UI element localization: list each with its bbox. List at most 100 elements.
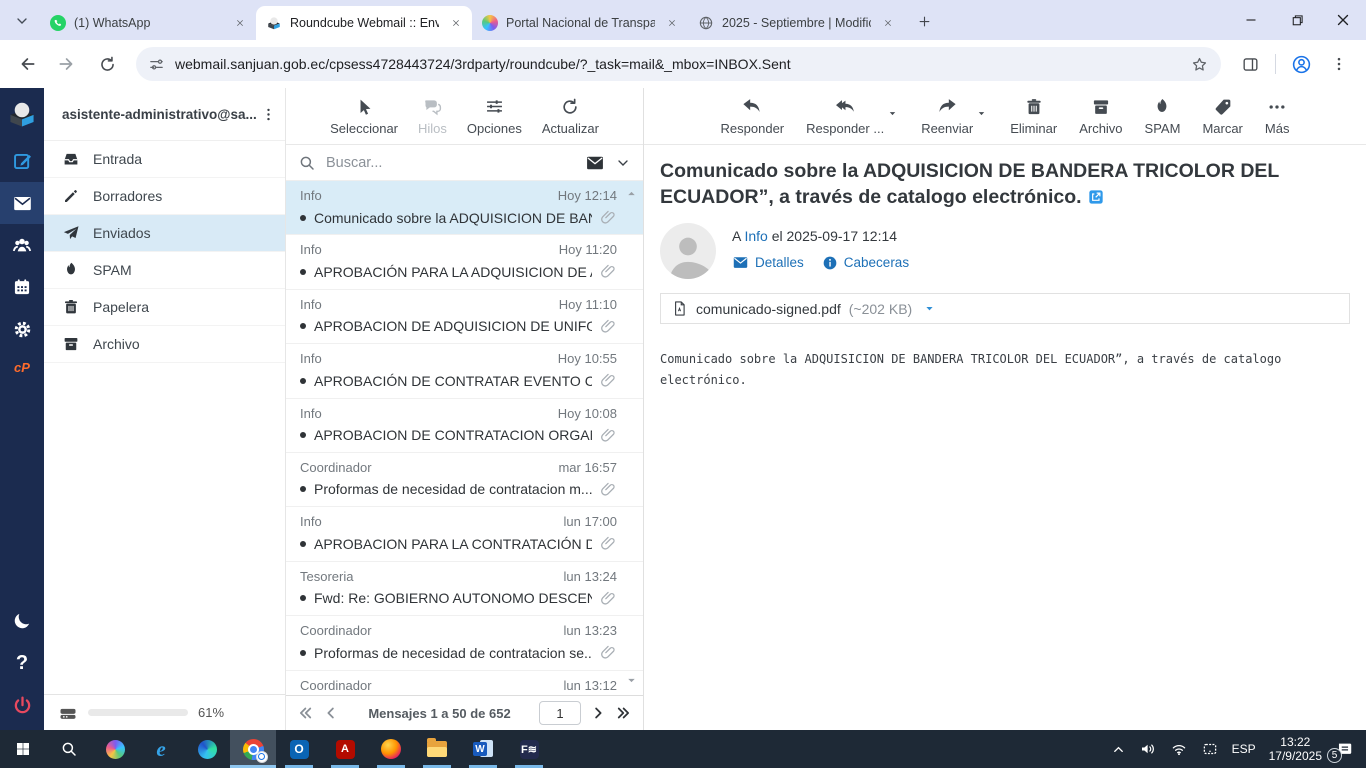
recipient-link[interactable]: Info: [744, 228, 767, 244]
browser-menu-icon[interactable]: [1322, 47, 1356, 81]
message-row[interactable]: Coordinador lun 13:12: [286, 671, 643, 695]
reload-button[interactable]: [90, 47, 124, 81]
search-input[interactable]: [326, 154, 575, 171]
new-tab-button[interactable]: [910, 7, 938, 35]
folder-enviados[interactable]: Enviados: [44, 215, 285, 252]
word-icon[interactable]: W: [460, 730, 506, 768]
delete-button[interactable]: Eliminar: [1010, 95, 1057, 144]
dark-mode-toggle[interactable]: [0, 600, 44, 642]
folder-papelera[interactable]: Papelera: [44, 289, 285, 326]
profile-icon[interactable]: [1284, 47, 1318, 81]
logout-button[interactable]: [0, 684, 44, 726]
copilot-icon[interactable]: [92, 730, 138, 768]
hidden-icons-chevron-icon[interactable]: [1111, 742, 1126, 757]
last-page-button[interactable]: [615, 704, 633, 722]
open-in-new-window-icon[interactable]: [1088, 189, 1104, 205]
tablet-mode-icon[interactable]: [1201, 740, 1219, 758]
f-app-icon[interactable]: F≋: [506, 730, 552, 768]
archive-button[interactable]: Archivo: [1079, 95, 1123, 144]
headers-toggle[interactable]: Cabeceras: [822, 255, 909, 271]
scroll-down-icon[interactable]: [625, 674, 638, 687]
edge-icon[interactable]: [184, 730, 230, 768]
folder-spam[interactable]: SPAM: [44, 252, 285, 289]
search-scope-icon[interactable]: [585, 153, 605, 173]
url-text[interactable]: webmail.sanjuan.gob.ec/cpsess4728443724/…: [175, 56, 1180, 72]
side-panel-icon[interactable]: [1233, 47, 1267, 81]
first-page-button[interactable]: [296, 704, 314, 722]
restore-button[interactable]: [1274, 0, 1320, 40]
reply-all-caret-icon[interactable]: [886, 107, 899, 120]
next-page-button[interactable]: [589, 704, 607, 722]
details-toggle[interactable]: Detalles: [732, 254, 804, 271]
folder-archivo[interactable]: Archivo: [44, 326, 285, 363]
mark-button[interactable]: Marcar: [1202, 95, 1243, 144]
prev-page-button[interactable]: [322, 704, 340, 722]
cpanel-icon[interactable]: cP: [14, 350, 30, 384]
reply-button[interactable]: Responder: [721, 95, 784, 144]
message-row[interactable]: Info Hoy 11:20 APROBACIÓN PARA LA ADQUISI…: [286, 235, 643, 290]
contacts-nav-button[interactable]: [0, 224, 44, 266]
attachment-row[interactable]: comunicado-signed.pdf (~202 KB): [660, 293, 1350, 324]
calendar-nav-button[interactable]: [0, 266, 44, 308]
attachment-menu-caret-icon[interactable]: [922, 301, 937, 316]
tab-search-button[interactable]: [8, 7, 36, 35]
acrobat-icon[interactable]: A: [322, 730, 368, 768]
forward-button[interactable]: [50, 47, 84, 81]
tab-portal[interactable]: Portal Nacional de Transparenci: [472, 6, 688, 40]
action-center-button[interactable]: 5: [1327, 740, 1354, 763]
page-number-input[interactable]: 1: [539, 701, 581, 725]
select-button[interactable]: Seleccionar: [330, 95, 398, 144]
tab-close-icon[interactable]: [663, 15, 680, 32]
mail-nav-button[interactable]: [0, 182, 44, 224]
account-menu-icon[interactable]: [260, 106, 277, 123]
options-button[interactable]: Opciones: [467, 95, 522, 144]
to-label: A: [732, 228, 741, 244]
tab-close-icon[interactable]: [879, 15, 896, 32]
tab-close-icon[interactable]: [447, 15, 464, 32]
refresh-button[interactable]: Actualizar: [542, 95, 599, 144]
folder-entrada[interactable]: Entrada: [44, 141, 285, 178]
file-explorer-icon[interactable]: [414, 730, 460, 768]
bookmark-star-icon[interactable]: [1190, 55, 1209, 74]
chrome-icon[interactable]: [230, 730, 276, 768]
scroll-up-icon[interactable]: [625, 187, 638, 200]
forward-caret-icon[interactable]: [975, 107, 988, 120]
message-row[interactable]: Coordinador lun 13:23 Proformas de necesi…: [286, 616, 643, 671]
tab-roundcube[interactable]: Roundcube Webmail :: Enviados: [256, 6, 472, 40]
message-row[interactable]: Info Hoy 12:14 Comunicado sobre la ADQUIS…: [286, 181, 643, 236]
attachment-name[interactable]: comunicado-signed.pdf: [696, 301, 841, 317]
outlook-icon[interactable]: O: [276, 730, 322, 768]
forward-button[interactable]: Reenviar: [921, 95, 973, 136]
taskbar-search-button[interactable]: [46, 730, 92, 768]
address-bar[interactable]: webmail.sanjuan.gob.ec/cpsess4728443724/…: [136, 47, 1221, 81]
clock[interactable]: 13:22 17/9/2025: [1269, 735, 1322, 763]
settings-nav-button[interactable]: [0, 308, 44, 350]
help-button[interactable]: ?: [0, 642, 44, 684]
message-row[interactable]: Info Hoy 11:10 APROBACION DE ADQUISICION …: [286, 290, 643, 345]
threads-button[interactable]: Hilos: [418, 95, 447, 144]
message-row[interactable]: Coordinador mar 16:57 Proformas de necesi…: [286, 453, 643, 508]
more-button[interactable]: Más: [1265, 95, 1289, 144]
internet-explorer-icon[interactable]: e: [138, 730, 184, 768]
compose-button[interactable]: [0, 140, 44, 182]
message-row[interactable]: Info Hoy 10:55 APROBACIÓN DE CONTRATAR EV…: [286, 344, 643, 399]
message-row[interactable]: Tesoreria lun 13:24 Fwd: Re: GOBIERNO AUT…: [286, 562, 643, 617]
spam-button[interactable]: SPAM: [1145, 95, 1180, 144]
reply-all-button[interactable]: Responder ...: [806, 95, 884, 136]
firefox-icon[interactable]: [368, 730, 414, 768]
start-button[interactable]: [0, 730, 46, 768]
close-window-button[interactable]: [1320, 0, 1366, 40]
tab-septiembre[interactable]: 2025 - Septiembre | Modificar L: [688, 6, 904, 40]
message-row[interactable]: Info Hoy 10:08 APROBACION DE CONTRATACION…: [286, 399, 643, 453]
volume-icon[interactable]: [1139, 740, 1157, 758]
folder-borradores[interactable]: Borradores: [44, 178, 285, 215]
wifi-icon[interactable]: [1170, 740, 1188, 758]
minimize-button[interactable]: [1228, 0, 1274, 40]
site-settings-icon[interactable]: [148, 56, 165, 73]
search-options-chevron-icon[interactable]: [615, 155, 631, 171]
language-indicator[interactable]: ESP: [1232, 742, 1256, 756]
back-button[interactable]: [10, 47, 44, 81]
tab-close-icon[interactable]: [231, 15, 248, 32]
tab-whatsapp[interactable]: (1) WhatsApp: [40, 6, 256, 40]
message-row[interactable]: Info lun 17:00 APROBACION PARA LA CONTRAT…: [286, 507, 643, 562]
